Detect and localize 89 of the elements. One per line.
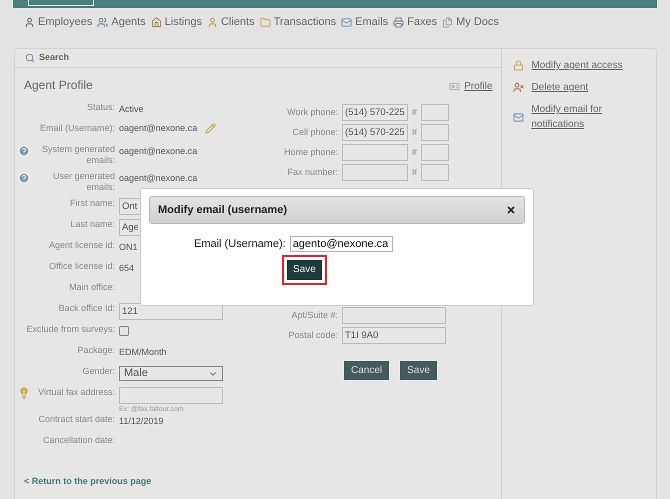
- field-label: Contract start date:: [37, 414, 115, 426]
- back-link[interactable]: < Return to the previous page: [24, 474, 502, 488]
- field-label: Status:: [86, 102, 115, 114]
- lightbulb-icon: [18, 387, 30, 399]
- extension-field[interactable]: [421, 144, 450, 161]
- phone-field[interactable]: [342, 164, 408, 181]
- field-value: oagent@nexone.ca: [119, 173, 198, 183]
- email-field[interactable]: agento@nexone.ca: [290, 236, 393, 252]
- field-label: Apt/Suite #:: [290, 308, 338, 322]
- documents-icon: [442, 16, 454, 28]
- phone-field[interactable]: (514) 570-225: [342, 124, 408, 141]
- gender-select[interactable]: Male: [119, 366, 223, 381]
- field-value: 654: [119, 263, 134, 273]
- field-label: Email (Username):: [38, 123, 115, 135]
- extension-label: #: [412, 106, 418, 119]
- field-label: Virtual fax address:: [38, 387, 115, 398]
- input-field[interactable]: Ont: [119, 198, 140, 215]
- field-value: Active: [119, 104, 144, 114]
- page-title: Agent Profile: [24, 77, 93, 94]
- field-value: EDM/Month: [119, 347, 167, 357]
- people-icon: [97, 16, 108, 28]
- field-label: Work phone:: [286, 106, 338, 119]
- field-label: Office license id:: [48, 261, 115, 273]
- nav-link[interactable]: Employees: [24, 14, 92, 30]
- field-label: User generated emails:: [52, 171, 115, 193]
- logo-frame: [28, 0, 94, 6]
- extension-field[interactable]: [421, 164, 450, 181]
- close-icon[interactable]: [506, 205, 516, 215]
- extension-field[interactable]: [421, 124, 450, 141]
- extension-label: #: [412, 166, 418, 179]
- search-label[interactable]: Search: [39, 51, 70, 65]
- phone-field[interactable]: [342, 144, 408, 161]
- field-value: oagent@nexone.ca: [119, 123, 198, 134]
- field-label: Postal code:: [287, 328, 338, 342]
- sidebar-link[interactable]: Modify agent access: [531, 58, 623, 73]
- folder-icon: [260, 16, 271, 28]
- profile-link[interactable]: Profile: [464, 79, 492, 94]
- printer-icon: [393, 16, 404, 28]
- field-label: First name:: [68, 198, 115, 210]
- field-label: Gender:: [81, 366, 115, 378]
- field-label: System generated emails:: [40, 144, 115, 166]
- checkbox[interactable]: [119, 326, 129, 336]
- nav-link[interactable]: Clients: [206, 14, 255, 30]
- nav-link[interactable]: Faxes: [393, 14, 438, 30]
- nav-link[interactable]: My Docs: [442, 14, 499, 30]
- field-label: Package:: [76, 345, 115, 357]
- field-label: Agent license id:: [48, 240, 115, 252]
- input-field[interactable]: T1I 9A0: [342, 327, 446, 344]
- extension-label: #: [412, 126, 418, 139]
- nav-link[interactable]: Transactions: [260, 14, 336, 30]
- input-field[interactable]: [342, 307, 446, 324]
- extension-label: #: [412, 146, 418, 159]
- envelope-icon: [513, 112, 524, 122]
- lock-icon: [513, 60, 524, 71]
- person-icon: [24, 16, 35, 28]
- field-label: Cancellation date:: [42, 435, 115, 447]
- save-button[interactable]: Save: [400, 361, 437, 380]
- person-remove-icon: [513, 82, 524, 93]
- help-icon[interactable]: [18, 172, 30, 184]
- field-value: 11/12/2019: [119, 416, 164, 426]
- field-label: Home phone:: [282, 146, 338, 159]
- search-icon[interactable]: [25, 53, 35, 63]
- sidebar-link[interactable]: Delete agent: [531, 80, 588, 95]
- field-label: Back office Id:: [58, 303, 115, 315]
- field-value: ON1: [119, 242, 138, 252]
- field-label: Cell phone:: [291, 126, 338, 139]
- nav-link[interactable]: Emails: [341, 14, 388, 30]
- card-icon: [449, 81, 460, 92]
- field-label: Fax number:: [286, 166, 338, 179]
- field-label: Email (Username):: [194, 237, 286, 252]
- field-label: Exclude from surveys:: [25, 324, 115, 336]
- nav-link[interactable]: Listings: [150, 14, 202, 30]
- help-icon[interactable]: [18, 145, 30, 157]
- save-button[interactable]: Save: [287, 260, 322, 280]
- pencil-icon[interactable]: [205, 123, 216, 134]
- house-icon: [150, 16, 162, 28]
- field-label: Main office:: [68, 282, 115, 294]
- field-label: Last name:: [69, 219, 115, 231]
- envelope-icon: [341, 16, 352, 28]
- phone-field[interactable]: (514) 570-225: [342, 104, 408, 121]
- extension-field[interactable]: [421, 104, 450, 121]
- modal-title: Modify email (username): [158, 202, 287, 218]
- input-field[interactable]: Age: [119, 219, 140, 236]
- sidebar-link[interactable]: Modify email for notifications: [531, 102, 656, 132]
- person-icon: [206, 16, 218, 28]
- input-field[interactable]: [119, 387, 223, 404]
- cancel-button[interactable]: Cancel: [344, 361, 390, 380]
- nav-link[interactable]: Agents: [97, 14, 146, 30]
- field-value: oagent@nexone.ca: [119, 146, 198, 156]
